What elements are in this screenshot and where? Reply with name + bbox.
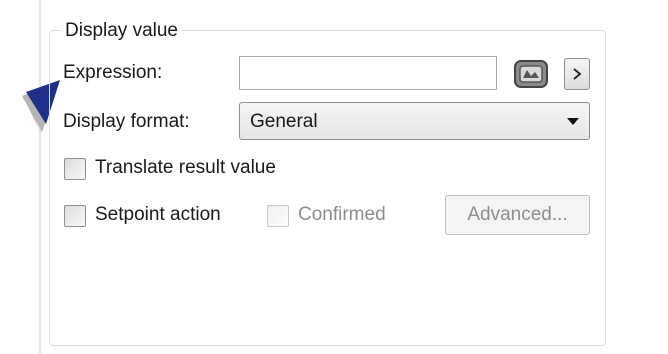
translate-checkbox[interactable] [64, 158, 86, 180]
browse-icon [514, 60, 548, 88]
expression-label: Expression: [63, 62, 163, 83]
chevron-right-icon [573, 68, 582, 80]
expression-input[interactable] [239, 56, 497, 90]
confirmed-label: Confirmed [298, 204, 386, 225]
left-divider [39, 0, 41, 354]
confirmed-checkbox[interactable] [267, 205, 289, 227]
group-title: Display value [61, 20, 182, 42]
chevron-down-icon [567, 118, 579, 125]
browse-button[interactable] [508, 58, 554, 90]
advanced-button[interactable]: Advanced... [445, 195, 590, 235]
display-format-label: Display format: [63, 111, 190, 132]
expression-arrow-button[interactable] [564, 58, 590, 90]
setpoint-label: Setpoint action [95, 204, 221, 225]
setpoint-checkbox[interactable] [64, 205, 86, 227]
display-format-select[interactable]: General [239, 102, 590, 140]
translate-label: Translate result value [95, 157, 276, 178]
display-format-value: General [250, 111, 318, 132]
